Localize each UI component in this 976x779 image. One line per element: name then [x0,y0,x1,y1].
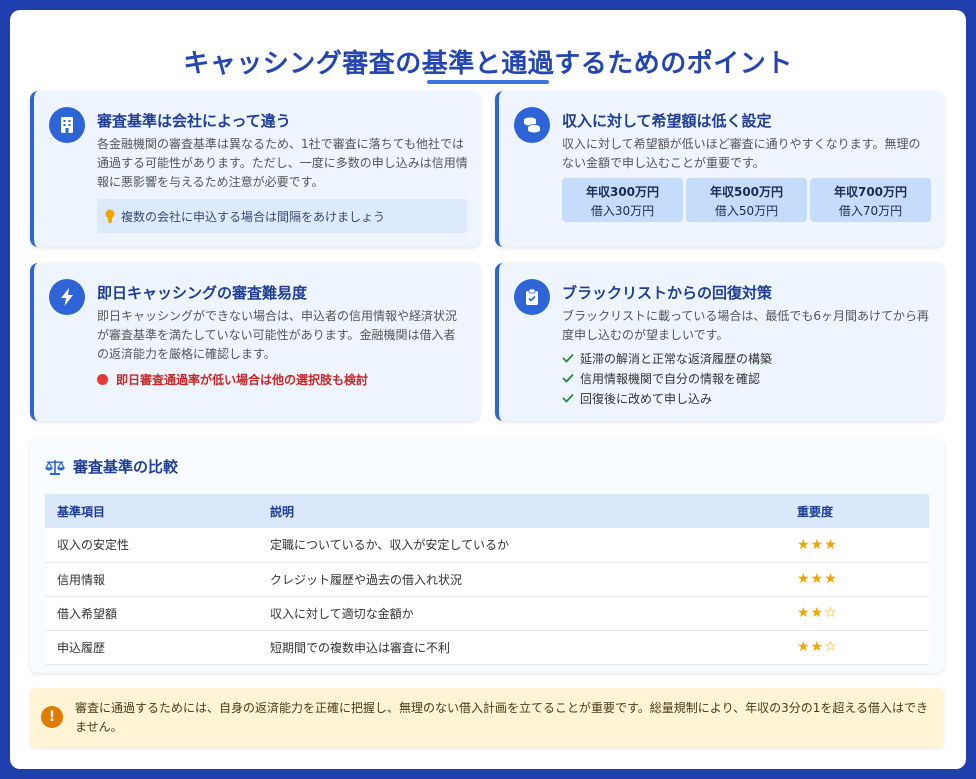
list-item: 信用情報機関で自分の情報を確認 [562,368,772,388]
section-title-text: 審査基準の比較 [73,458,179,476]
income-example: 年収700万円 借入70万円 [810,178,931,222]
lightning-icon [49,279,85,315]
card-text: 収入に対して希望額が低いほど審査に通りやすくなります。無理のない金額で申し込むこ… [562,137,921,170]
column-header: 説明 [258,494,785,528]
table-row: 申込履歴 短期間での複数申込は審査に不利 ★★☆ [45,630,929,665]
card-title: 即日キャッシングの審査難易度 [97,284,308,302]
column-header: 重要度 [785,494,929,528]
scale-icon [45,459,65,475]
income-value: 年収700万円 [833,185,908,199]
column-header: 基準項目 [45,494,258,528]
star-rating: ★★☆ [785,596,929,631]
cell-desc: クレジット履歴や過去の借入れ状況 [258,562,785,597]
check-list: 延滞の解消と正常な返済履歴の構築 信用情報機関で自分の情報を確認 回復後に改めて… [562,348,772,408]
income-example: 年収500万円 借入50万円 [686,178,807,222]
card-income: 収入に対して希望額は低く設定 収入に対して希望額が低いほど審査に通りやすくなりま… [495,91,944,247]
cell-item: 収入の安定性 [45,528,258,563]
star-rating: ★★★ [785,528,929,563]
notice-box: ! 審査に通過するためには、自身の返済能力を正確に把握し、無理のない借入計画を立… [30,688,944,748]
loan-value: 借入70万円 [838,204,903,218]
tip-box: 複数の会社に申込する場合は間隔をあけましょう [97,199,467,233]
section-title: 審査基準の比較 [45,456,178,477]
table-row: 収入の安定性 定職についているか、収入が安定しているか ★★★ [45,528,929,563]
loan-value: 借入50万円 [714,204,779,218]
card-blacklist: ブラックリストからの回復対策 ブラックリストに載っている場合は、最低でも6ヶ月間… [495,263,944,421]
comparison-section: 審査基準の比較 基準項目 説明 重要度 収入の安定性 定職についているか、収入が… [30,439,944,673]
income-value: 年収500万円 [709,185,784,199]
income-value: 年収300万円 [585,185,660,199]
star-rating: ★★★ [785,562,929,597]
list-item: 回復後に改めて申し込み [562,388,772,408]
tip-text: 複数の会社に申込する場合は間隔をあけましょう [121,209,386,224]
check-text: 延滞の解消と正常な返済履歴の構築 [580,351,773,366]
income-example: 年収300万円 借入30万円 [562,178,683,222]
page-frame: キャッシング審査の基準と通過するためのポイント 審査基準は会社によって違う 各金… [10,10,966,769]
card-title: ブラックリストからの回復対策 [562,284,773,302]
lightbulb-icon [105,209,115,223]
card-text: ブラックリストに載っている場合は、最低でも6ヶ月間あけてから再度申し込むのが望ま… [562,309,930,342]
cell-item: 申込履歴 [45,630,258,665]
cell-item: 信用情報 [45,562,258,597]
card-text: 即日キャッシングができない場合は、申込者の信用情報や経済状況が審査基準を満たして… [97,309,458,361]
cell-desc: 定職についているか、収入が安定しているか [258,528,785,563]
page-title: キャッシング審査の基準と通過するためのポイント [183,49,793,79]
card-title: 審査基準は会社によって違う [97,112,291,130]
cell-desc: 収入に対して適切な金額か [258,596,785,631]
card-title: 収入に対して希望額は低く設定 [562,112,772,130]
table-header-row: 基準項目 説明 重要度 [45,494,929,528]
card-text: 各金融機関の審査基準は異なるため、1社で審査に落ちても他社では通過する可能性があ… [97,137,468,189]
table-row: 借入希望額 収入に対して適切な金額か ★★☆ [45,596,929,631]
building-icon [49,107,85,143]
clipboard-icon [514,279,550,315]
card-criteria: 審査基準は会社によって違う 各金融機関の審査基準は異なるため、1社で審査に落ちて… [30,91,480,247]
star-rating: ★★☆ [785,630,929,665]
check-icon [562,393,574,403]
check-icon [562,353,574,363]
alert-dot-icon [97,374,108,385]
check-text: 回復後に改めて申し込み [580,391,713,406]
notice-text: 審査に通過するためには、自身の返済能力を正確に把握し、無理のない借入計画を立てる… [75,701,928,734]
coins-icon [514,107,550,143]
loan-value: 借入30万円 [590,204,655,218]
card-sameday: 即日キャッシングの審査難易度 即日キャッシングができない場合は、申込者の信用情報… [30,263,480,421]
cell-desc: 短期間での複数申込は審査に不利 [258,630,785,665]
warning-text: 即日審査通過率が低い場合は他の選択肢も検討 [116,373,369,387]
table-row: 信用情報 クレジット履歴や過去の借入れ状況 ★★★ [45,562,929,597]
warning-line: 即日審査通過率が低い場合は他の選択肢も検討 [97,371,368,388]
exclamation-icon: ! [41,706,63,728]
list-item: 延滞の解消と正常な返済履歴の構築 [562,348,772,368]
cell-item: 借入希望額 [45,596,258,631]
comparison-table: 基準項目 説明 重要度 収入の安定性 定職についているか、収入が安定しているか … [45,494,929,665]
title-underline [427,80,549,84]
check-icon [562,373,574,383]
check-text: 信用情報機関で自分の情報を確認 [580,371,761,386]
